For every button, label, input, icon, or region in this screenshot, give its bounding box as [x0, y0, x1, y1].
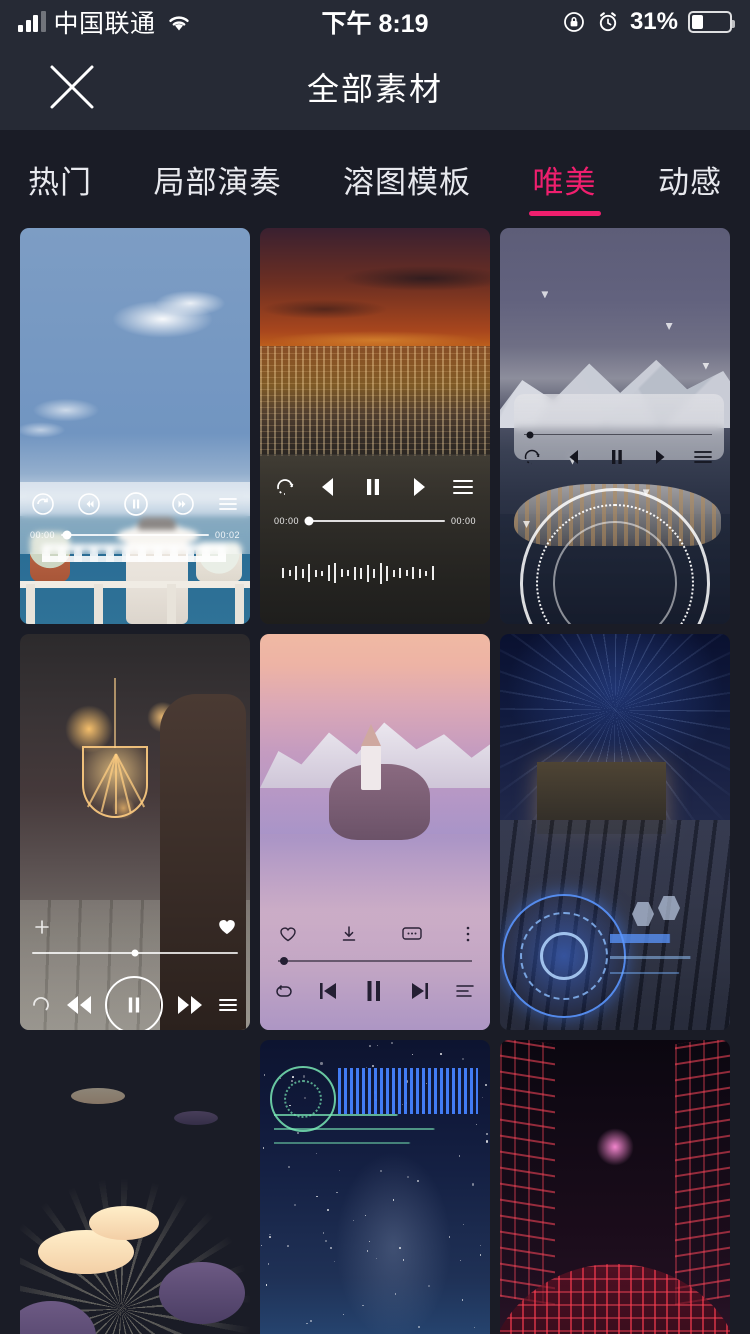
- progress-knob[interactable]: [280, 957, 288, 965]
- status-bar-right: 31%: [562, 8, 732, 36]
- nav-header: 全部素材: [0, 44, 750, 130]
- page-title: 全部素材: [0, 64, 750, 110]
- material-card-sunset-clouds[interactable]: [20, 1040, 250, 1334]
- heart-filled-icon[interactable]: [216, 916, 238, 938]
- player-progress[interactable]: 00:00 00:02: [30, 530, 240, 540]
- card-thumbnail-stadium: [500, 1040, 730, 1334]
- alarm-clock-icon: [596, 10, 620, 34]
- pause-icon[interactable]: [606, 446, 628, 468]
- fast-forward-icon[interactable]: [175, 993, 205, 1017]
- material-card-night-pier[interactable]: [500, 634, 730, 1030]
- player-controls: [274, 978, 476, 1004]
- material-card-sunset-city[interactable]: 00:00 00:00: [260, 228, 490, 624]
- signal-bars-icon: [18, 12, 46, 32]
- status-bar-left: 中国联通: [18, 4, 194, 40]
- previous-track-icon[interactable]: [316, 980, 340, 1002]
- heart-outline-icon[interactable]: [278, 924, 298, 944]
- repeat-icon[interactable]: [30, 994, 52, 1016]
- playlist-icon[interactable]: [450, 474, 476, 500]
- pause-circle-icon[interactable]: [105, 976, 163, 1030]
- next-icon[interactable]: [170, 491, 196, 517]
- next-icon[interactable]: [404, 472, 434, 502]
- card-actions: [278, 924, 472, 944]
- rotation-lock-icon: [562, 10, 586, 34]
- material-card-pink-lake[interactable]: [260, 634, 490, 1030]
- progress-track[interactable]: [278, 960, 472, 962]
- repeat-icon[interactable]: [274, 476, 296, 498]
- material-card-starry-sky[interactable]: [260, 1040, 490, 1334]
- progress-knob[interactable]: [62, 531, 71, 540]
- time-total: 00:00: [451, 516, 476, 526]
- battery-icon: [688, 11, 732, 33]
- card-thumbnail-lake: [260, 634, 490, 1030]
- tab-aesthetic[interactable]: 唯美: [527, 130, 603, 228]
- card-thumbnail-pier: [500, 634, 730, 1030]
- more-vertical-icon[interactable]: [464, 924, 472, 944]
- material-card-neon-stadium[interactable]: [500, 1040, 730, 1334]
- card-thumbnail-beach: [20, 228, 250, 624]
- progress-track[interactable]: [305, 520, 445, 522]
- previous-icon[interactable]: [313, 472, 343, 502]
- progress-knob[interactable]: [305, 517, 314, 526]
- hud-overlay-green-decor: [266, 1048, 484, 1148]
- progress-knob[interactable]: [526, 431, 533, 438]
- progress-track[interactable]: [61, 534, 209, 536]
- tab-blend-template[interactable]: 溶图模板: [337, 130, 477, 228]
- progress-track[interactable]: [32, 952, 238, 954]
- playlist-icon[interactable]: [692, 446, 714, 468]
- player-controls: [522, 446, 714, 468]
- progress-knob[interactable]: [132, 950, 139, 957]
- time-current: 00:00: [274, 516, 299, 526]
- time-total: 00:02: [215, 530, 240, 540]
- hud-lines-decor: [610, 916, 724, 986]
- audio-waveform: [282, 558, 468, 588]
- queue-icon[interactable]: [454, 982, 476, 1000]
- card-thumbnail-clouds: [20, 1040, 250, 1334]
- download-icon[interactable]: [339, 924, 359, 944]
- material-card-snow-fjord[interactable]: [500, 228, 730, 624]
- player-progress[interactable]: 00:00 00:00: [274, 516, 476, 526]
- material-card-cafe-lamps[interactable]: [20, 634, 250, 1030]
- carrier-label: 中国联通: [54, 4, 156, 40]
- repeat-icon[interactable]: [274, 981, 294, 1001]
- tab-hot[interactable]: 热门: [22, 130, 98, 228]
- player-progress[interactable]: [32, 952, 238, 954]
- previous-icon[interactable]: [76, 491, 102, 517]
- battery-percent-label: 31%: [630, 8, 678, 36]
- next-track-icon[interactable]: [408, 980, 432, 1002]
- plus-icon[interactable]: [32, 917, 52, 937]
- wifi-icon: [164, 11, 194, 33]
- pause-icon[interactable]: [362, 978, 386, 1004]
- player-progress[interactable]: [524, 434, 712, 435]
- playlist-icon[interactable]: [216, 993, 240, 1017]
- tab-partial-performance[interactable]: 局部演奏: [148, 130, 288, 228]
- player-controls: [30, 976, 240, 1030]
- tab-dynamic[interactable]: 动感: [652, 130, 728, 228]
- playlist-icon[interactable]: [216, 492, 240, 516]
- time-current: 00:00: [30, 530, 55, 540]
- tab-bar: 热门 局部演奏 溶图模板 唯美 动感: [0, 130, 750, 228]
- repeat-icon[interactable]: [30, 491, 56, 517]
- next-icon[interactable]: [649, 446, 671, 468]
- repeat-icon[interactable]: [522, 447, 542, 467]
- card-thumbnail-stars: [260, 1040, 490, 1334]
- material-grid: 00:00 00:02 00:00 00:00: [0, 228, 750, 1334]
- progress-track[interactable]: [524, 434, 712, 435]
- player-progress[interactable]: [278, 960, 472, 962]
- card-actions: [32, 916, 238, 938]
- card-thumbnail-cafe: [20, 634, 250, 1030]
- hud-ring-blue-decor: [502, 894, 626, 1018]
- player-controls: [274, 472, 476, 502]
- pause-icon[interactable]: [122, 490, 150, 518]
- status-bar: 中国联通 下午 8:19 31%: [0, 0, 750, 44]
- pause-icon[interactable]: [359, 473, 387, 501]
- material-card-beach-player[interactable]: 00:00 00:02: [20, 228, 250, 624]
- previous-icon[interactable]: [563, 446, 585, 468]
- player-controls: [30, 490, 240, 518]
- rewind-icon[interactable]: [64, 993, 94, 1017]
- comment-icon[interactable]: [401, 925, 423, 943]
